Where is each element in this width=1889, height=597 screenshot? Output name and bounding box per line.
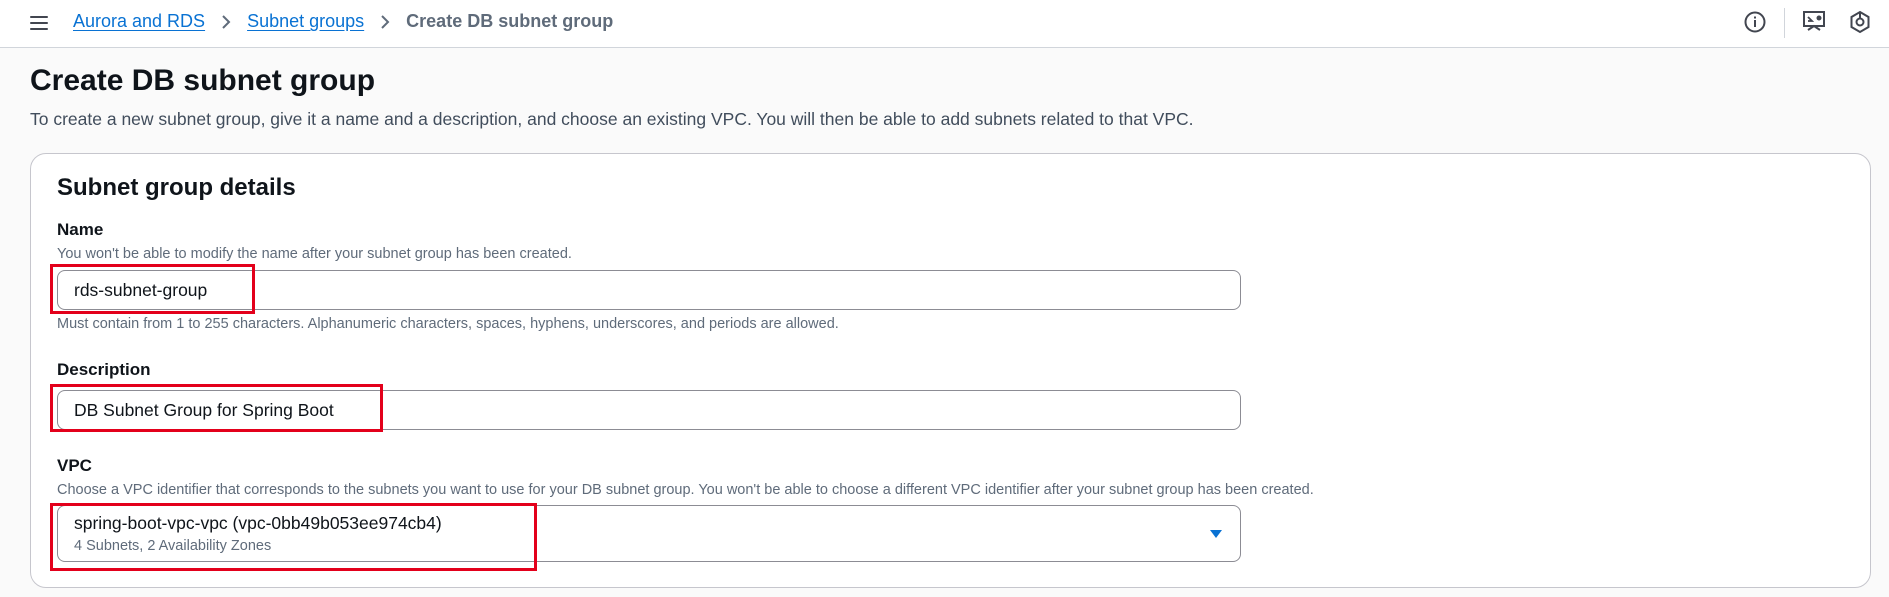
breadcrumb-link-subnet-groups[interactable]: Subnet groups: [247, 11, 364, 32]
vpc-hint: Choose a VPC identifier that corresponds…: [57, 482, 1314, 498]
subnet-group-details-panel: Subnet group details Name You won't be a…: [30, 153, 1871, 588]
info-icon[interactable]: [1743, 10, 1769, 36]
description-input[interactable]: [57, 390, 1241, 430]
vpc-selected-value: spring-boot-vpc-vpc (vpc-0bb49b053ee974c…: [74, 513, 442, 533]
toolbar-divider: [1784, 8, 1785, 38]
chevron-right-icon: [380, 14, 390, 30]
name-input[interactable]: [57, 270, 1241, 310]
description-label: Description: [57, 360, 151, 379]
breadcrumb-link-aurora-rds[interactable]: Aurora and RDS: [73, 11, 205, 32]
menu-icon[interactable]: [28, 13, 50, 33]
page-title: Create DB subnet group: [30, 64, 376, 97]
page-description: To create a new subnet group, give it a …: [30, 109, 1194, 129]
breadcrumb: Aurora and RDS Subnet groups Create DB s…: [73, 11, 613, 32]
section-title: Subnet group details: [57, 174, 296, 201]
breadcrumb-current: Create DB subnet group: [406, 11, 614, 31]
name-label: Name: [57, 220, 104, 239]
settings-hexagon-icon[interactable]: [1848, 10, 1874, 36]
feedback-icon[interactable]: [1802, 10, 1828, 36]
vpc-selected-detail: 4 Subnets, 2 Availability Zones: [74, 538, 272, 554]
chevron-right-icon: [221, 14, 231, 30]
caret-down-icon: [1208, 527, 1224, 541]
vpc-select[interactable]: spring-boot-vpc-vpc (vpc-0bb49b053ee974c…: [57, 505, 1241, 562]
vpc-label: VPC: [57, 456, 92, 475]
name-hint: You won't be able to modify the name aft…: [57, 246, 572, 262]
top-navigation-bar: Aurora and RDS Subnet groups Create DB s…: [0, 0, 1889, 48]
name-constraint-text: Must contain from 1 to 255 characters. A…: [57, 316, 839, 332]
